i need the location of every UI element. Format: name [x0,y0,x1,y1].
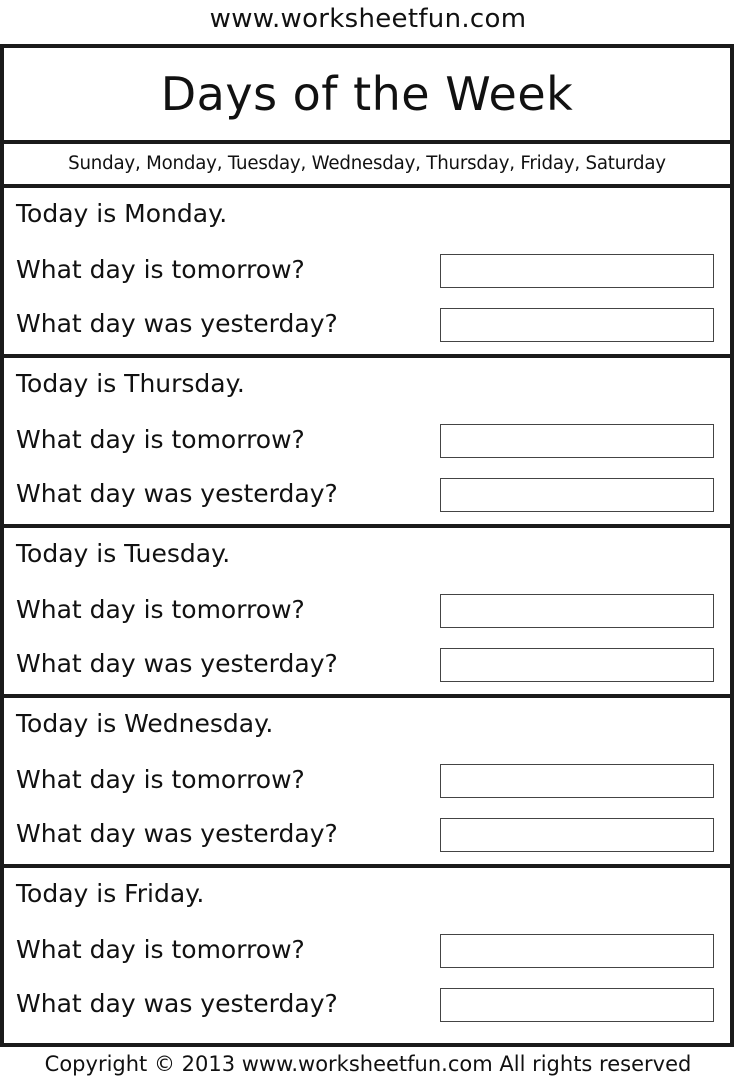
question-tomorrow: What day is tomorrow? [16,255,305,284]
worksheet-frame: Days of the Week Sunday, Monday, Tuesday… [0,44,734,1047]
question-tomorrow: What day is tomorrow? [16,595,305,624]
today-statement: Today is Monday. [16,199,228,228]
today-statement: Today is Wednesday. [16,709,274,738]
today-statement: Today is Tuesday. [16,539,231,568]
question-section: Today is Wednesday. What day is tomorrow… [4,698,730,864]
answer-box-tomorrow[interactable] [440,594,714,628]
copyright-footer: Copyright © 2013 www.worksheetfun.com Al… [44,1052,692,1076]
answer-box-tomorrow[interactable] [440,934,714,968]
question-section: Today is Friday. What day is tomorrow? W… [4,868,730,1034]
today-statement: Today is Friday. [16,879,205,908]
answer-box-yesterday[interactable] [440,308,714,342]
site-url-header: www.worksheetfun.com [209,4,527,34]
question-yesterday: What day was yesterday? [16,649,338,678]
question-yesterday: What day was yesterday? [16,819,338,848]
worksheet-title: Days of the Week [160,67,574,121]
question-section: Today is Thursday. What day is tomorrow?… [4,358,730,524]
day-list: Sunday, Monday, Tuesday, Wednesday, Thur… [68,153,666,174]
answer-box-yesterday[interactable] [440,648,714,682]
answer-box-yesterday[interactable] [440,988,714,1022]
question-tomorrow: What day is tomorrow? [16,765,305,794]
answer-box-tomorrow[interactable] [440,254,714,288]
question-section: Today is Tuesday. What day is tomorrow? … [4,528,730,694]
question-yesterday: What day was yesterday? [16,479,338,508]
answer-box-yesterday[interactable] [440,478,714,512]
answer-box-yesterday[interactable] [440,818,714,852]
answer-box-tomorrow[interactable] [440,764,714,798]
question-section: Today is Monday. What day is tomorrow? W… [4,188,730,354]
answer-box-tomorrow[interactable] [440,424,714,458]
question-yesterday: What day was yesterday? [16,989,338,1018]
question-tomorrow: What day is tomorrow? [16,935,305,964]
today-statement: Today is Thursday. [16,369,245,398]
question-yesterday: What day was yesterday? [16,309,338,338]
question-tomorrow: What day is tomorrow? [16,425,305,454]
